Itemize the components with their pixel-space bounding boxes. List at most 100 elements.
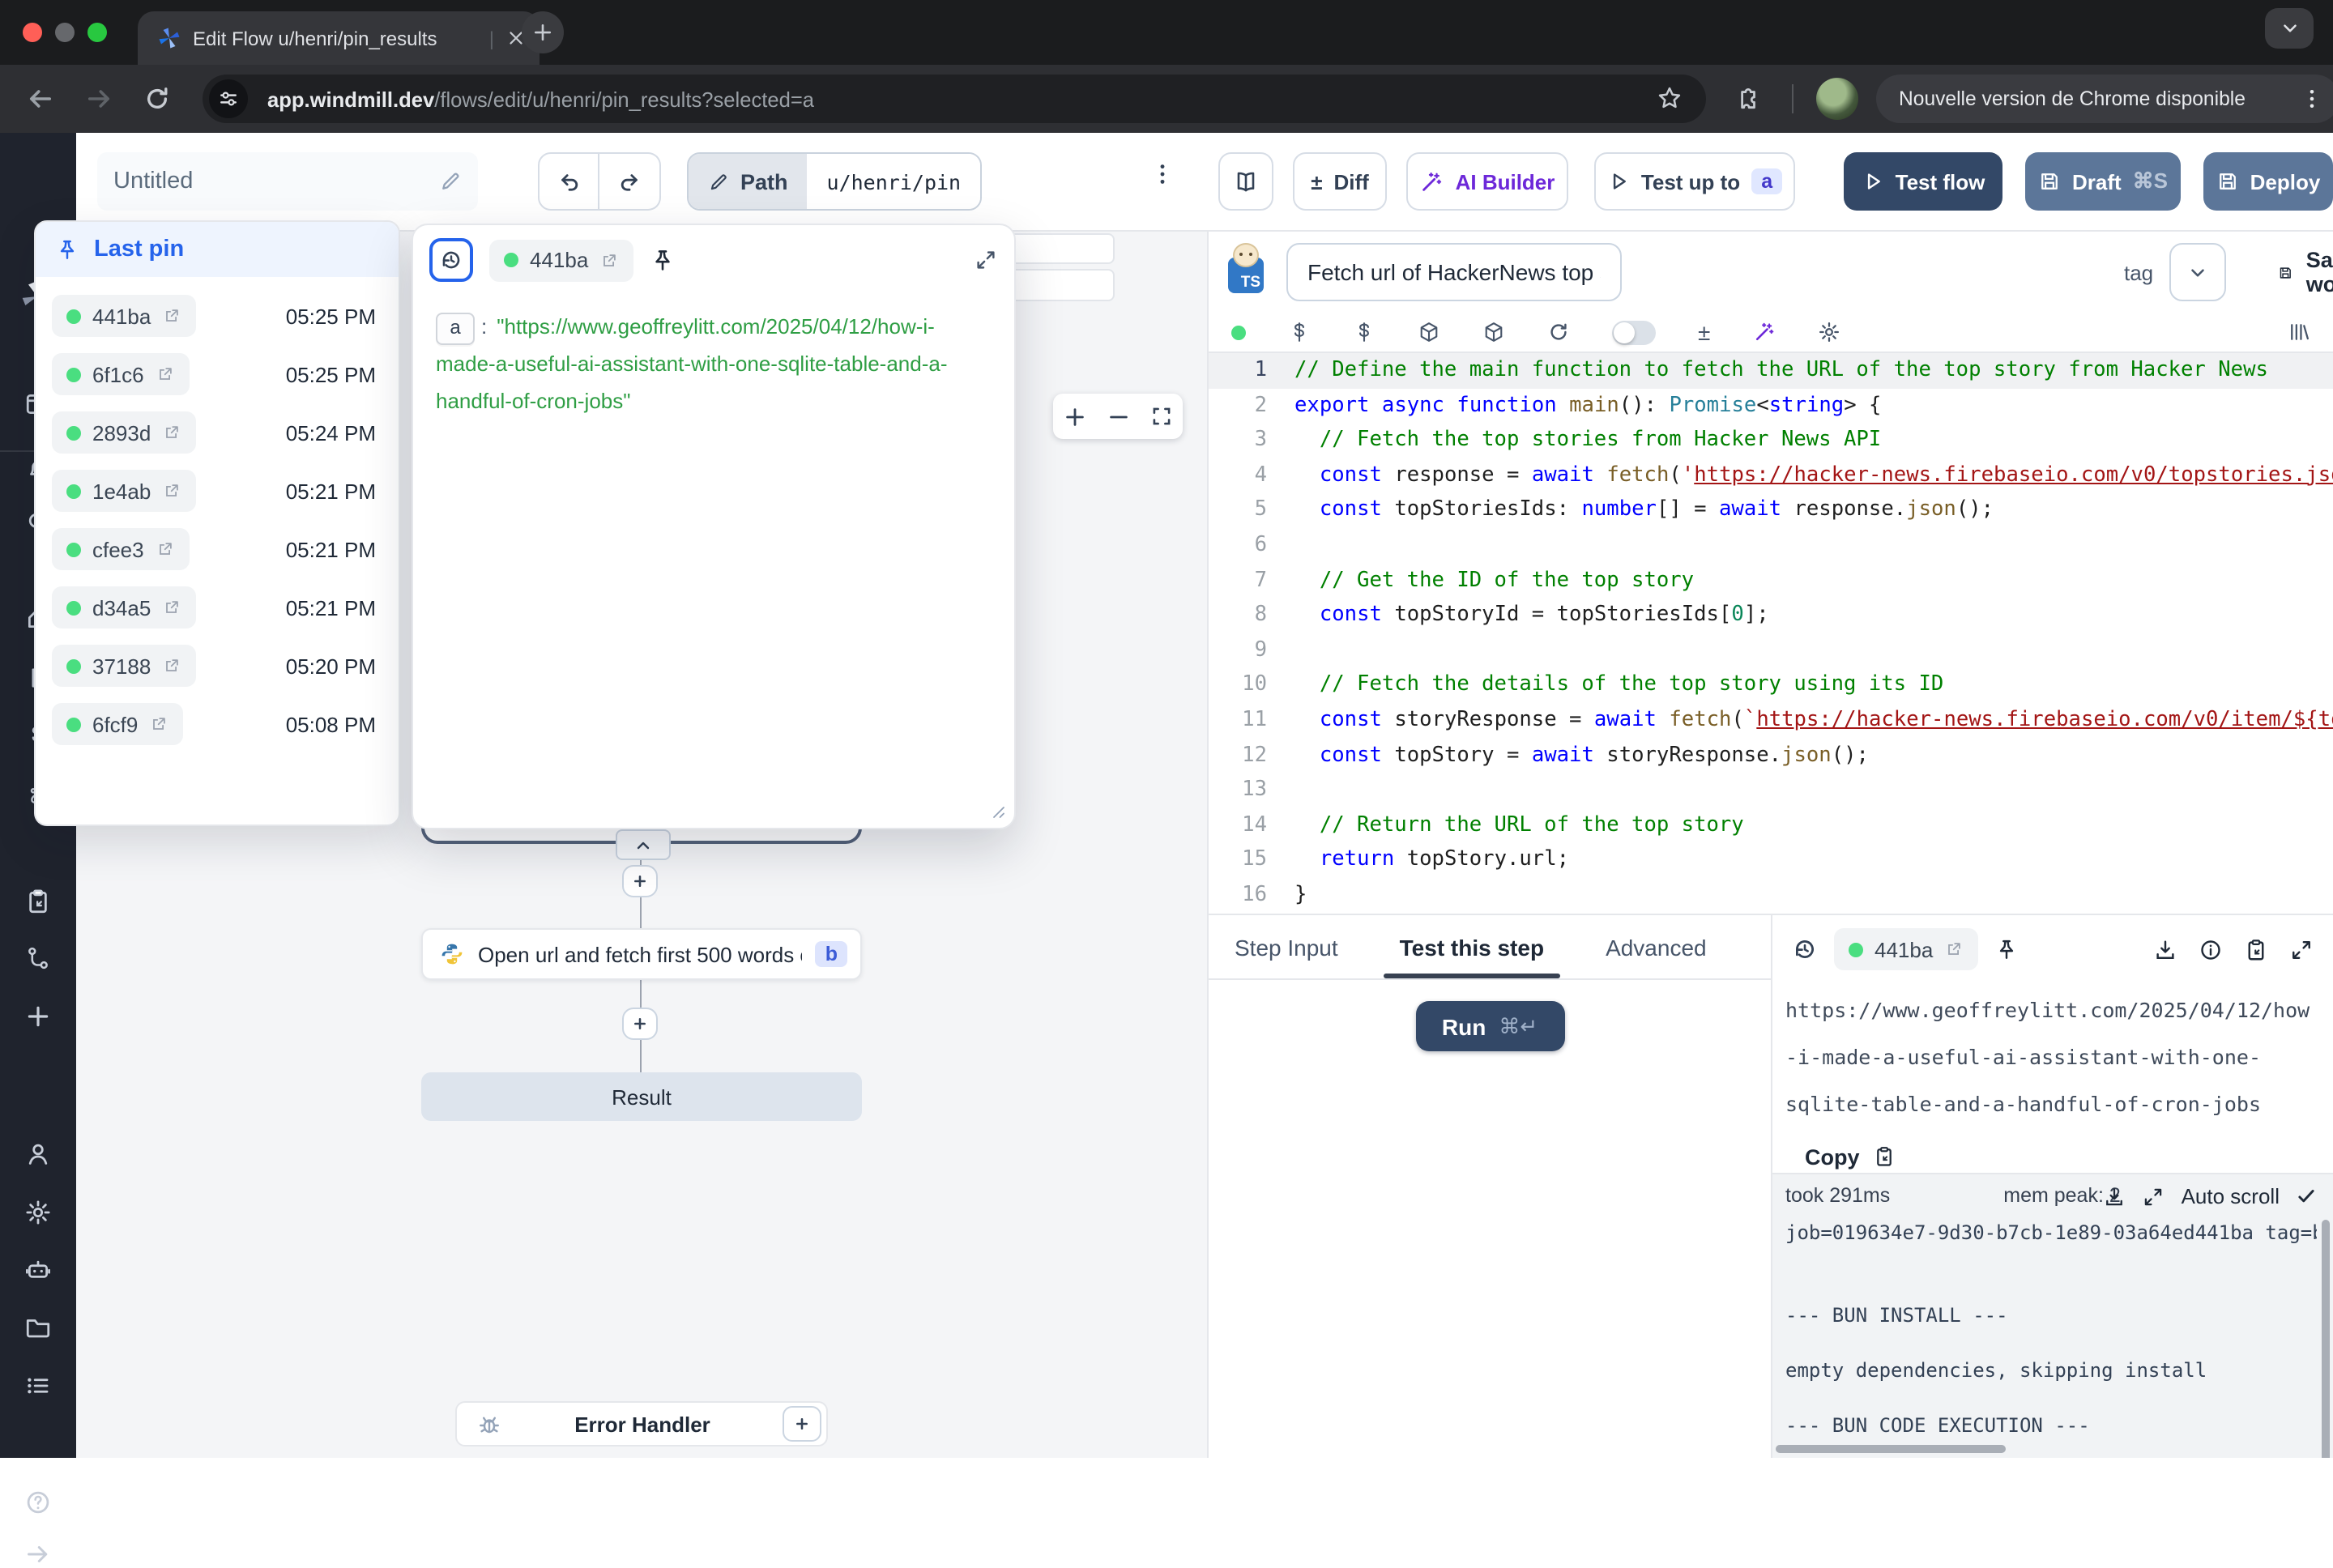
code-line[interactable]: 2export async function main(): Promise<s…: [1209, 388, 2333, 423]
sidebar-item-help[interactable]: [24, 1489, 52, 1516]
tag-select[interactable]: [2169, 243, 2226, 301]
sidebar-expand-icon[interactable]: [24, 1540, 52, 1568]
external-link-icon[interactable]: [599, 250, 619, 270]
history-icon[interactable]: [1792, 936, 1818, 962]
code-line[interactable]: 5 const topStoriesIds: number[] = await …: [1209, 493, 2333, 528]
close-window-button[interactable]: [23, 23, 42, 42]
profile-avatar[interactable]: [1816, 78, 1858, 120]
collapse-step-button[interactable]: [616, 829, 671, 860]
sidebar-item-workers[interactable]: [24, 1255, 52, 1283]
auto-scroll-checkbox[interactable]: [2296, 1186, 2317, 1207]
pin-row[interactable]: 2893d 05:24 PM: [36, 403, 399, 462]
code-line[interactable]: 13: [1209, 773, 2333, 807]
pin-id-pill[interactable]: 37188: [52, 645, 196, 687]
step-name-input[interactable]: [1286, 243, 1622, 301]
draft-button[interactable]: Draft⌘S: [2025, 152, 2181, 211]
result-node[interactable]: Result: [421, 1072, 862, 1121]
code-line[interactable]: 16}: [1209, 878, 2333, 913]
code-line[interactable]: 14 // Return the URL of the top story: [1209, 807, 2333, 842]
logs-panel[interactable]: took 291ms mem peak: 2 Auto scroll job=0: [1772, 1173, 2333, 1458]
extensions-icon[interactable]: [1734, 84, 1761, 112]
python-step-node[interactable]: Open url and fetch first 500 words of ..…: [421, 928, 862, 980]
flow-name-field[interactable]: Untitled: [97, 152, 478, 211]
fit-view-icon[interactable]: [1150, 405, 1173, 428]
package-icon[interactable]: [1418, 321, 1440, 343]
tab-overflow-button[interactable]: [2265, 8, 2314, 49]
pin-id-pill[interactable]: d34a5: [52, 586, 196, 628]
code-line[interactable]: 15 return topStory.url;: [1209, 843, 2333, 878]
external-link-icon[interactable]: [149, 714, 168, 734]
back-icon[interactable]: [26, 84, 55, 113]
docs-button[interactable]: [1218, 152, 1273, 211]
code-line[interactable]: 1// Define the main function to fetch th…: [1209, 353, 2333, 388]
pin-row[interactable]: 37188 05:20 PM: [36, 637, 399, 695]
code-line[interactable]: 6: [1209, 528, 2333, 563]
code-line[interactable]: 4 const response = await fetch('https://…: [1209, 458, 2333, 493]
external-link-icon[interactable]: [162, 481, 181, 501]
download-logs-icon[interactable]: [2104, 1185, 2126, 1208]
code-line[interactable]: 3 // Fetch the top stories from Hacker N…: [1209, 423, 2333, 458]
history-button-selected[interactable]: [429, 238, 473, 282]
redo-button[interactable]: [599, 152, 661, 211]
unpin-icon[interactable]: [650, 247, 676, 273]
pin-id-pill[interactable]: 6f1c6: [52, 353, 190, 395]
bookmark-star-icon[interactable]: [1656, 84, 1683, 112]
chrome-update-button[interactable]: Nouvelle version de Chrome disponible: [1876, 75, 2333, 123]
pin-id-pill[interactable]: cfee3: [52, 528, 190, 570]
pin-row[interactable]: cfee3 05:21 PM: [36, 520, 399, 578]
ai-builder-button[interactable]: AI Builder: [1406, 152, 1568, 211]
tab-test-this-step[interactable]: Test this step: [1397, 915, 1547, 978]
variables-icon[interactable]: [1288, 321, 1311, 343]
expand-result-icon[interactable]: [2289, 937, 2314, 961]
forward-icon[interactable]: [84, 84, 113, 113]
package-icon[interactable]: [1482, 321, 1505, 343]
error-handler-node[interactable]: Error Handler: [455, 1401, 828, 1447]
code-line[interactable]: 11 const storyResponse = await fetch(`ht…: [1209, 703, 2333, 738]
result-id-pill[interactable]: 441ba: [1834, 928, 1978, 970]
tab-step-input[interactable]: Step Input: [1231, 915, 1341, 978]
pin-row[interactable]: d34a5 05:21 PM: [36, 578, 399, 637]
browser-tab[interactable]: Edit Flow u/henri/pin_results |: [138, 11, 540, 65]
sidebar-item-logs[interactable]: [24, 1372, 52, 1400]
external-link-icon[interactable]: [1944, 940, 1964, 959]
sidebar-item-account[interactable]: [24, 1140, 52, 1168]
resize-handle-icon[interactable]: [987, 800, 1006, 820]
sidebar-item-add[interactable]: [24, 1003, 52, 1030]
pin-id-pill[interactable]: 2893d: [52, 411, 196, 454]
library-icon[interactable]: [2288, 321, 2310, 343]
logs-horizontal-scrollbar[interactable]: [1776, 1445, 2006, 1453]
test-up-to-button[interactable]: Test up toa: [1594, 152, 1795, 211]
editor-toggle[interactable]: [1612, 320, 1656, 344]
save-to-workspace-button[interactable]: Save to workspace: [2278, 248, 2333, 296]
diff-icon[interactable]: ±: [1698, 319, 1710, 345]
address-bar[interactable]: app.windmill.dev/flows/edit/u/henri/pin_…: [203, 75, 1706, 123]
external-link-icon[interactable]: [162, 598, 181, 617]
popup-id-pill[interactable]: 441ba: [489, 239, 633, 281]
insert-step-button[interactable]: [622, 1008, 658, 1040]
code-line[interactable]: 10 // Fetch the details of the top story…: [1209, 668, 2333, 703]
external-link-icon[interactable]: [156, 364, 175, 384]
reload-icon[interactable]: [1547, 321, 1570, 343]
logs-vertical-scrollbar[interactable]: [2322, 1220, 2330, 1458]
window-controls[interactable]: [23, 23, 107, 42]
code-line[interactable]: 7 // Get the ID of the top story: [1209, 563, 2333, 598]
pin-result-icon[interactable]: [1994, 937, 2019, 961]
add-error-handler-button[interactable]: [783, 1406, 821, 1442]
test-flow-button[interactable]: Test flow: [1844, 152, 2002, 211]
external-link-icon[interactable]: [162, 306, 181, 326]
expand-logs-icon[interactable]: [2143, 1185, 2165, 1208]
diff-button[interactable]: ±Diff: [1293, 152, 1387, 211]
sidebar-item-triggers[interactable]: [24, 944, 52, 972]
browser-menu-icon[interactable]: [2301, 87, 2323, 110]
sidebar-item-schedules[interactable]: [24, 888, 52, 915]
run-button[interactable]: Run⌘↵: [1415, 1001, 1564, 1051]
edit-pencil-icon[interactable]: [439, 170, 462, 193]
code-line[interactable]: 12 const topStory = await storyResponse.…: [1209, 738, 2333, 773]
sidebar-item-settings-gear[interactable]: [24, 1199, 52, 1226]
editor-settings-icon[interactable]: [1817, 321, 1840, 343]
insert-step-button[interactable]: [622, 865, 658, 897]
pin-id-pill[interactable]: 6fcf9: [52, 703, 183, 745]
site-settings-icon[interactable]: [209, 79, 248, 118]
external-link-icon[interactable]: [162, 656, 181, 675]
ai-assist-icon[interactable]: [1752, 321, 1775, 343]
